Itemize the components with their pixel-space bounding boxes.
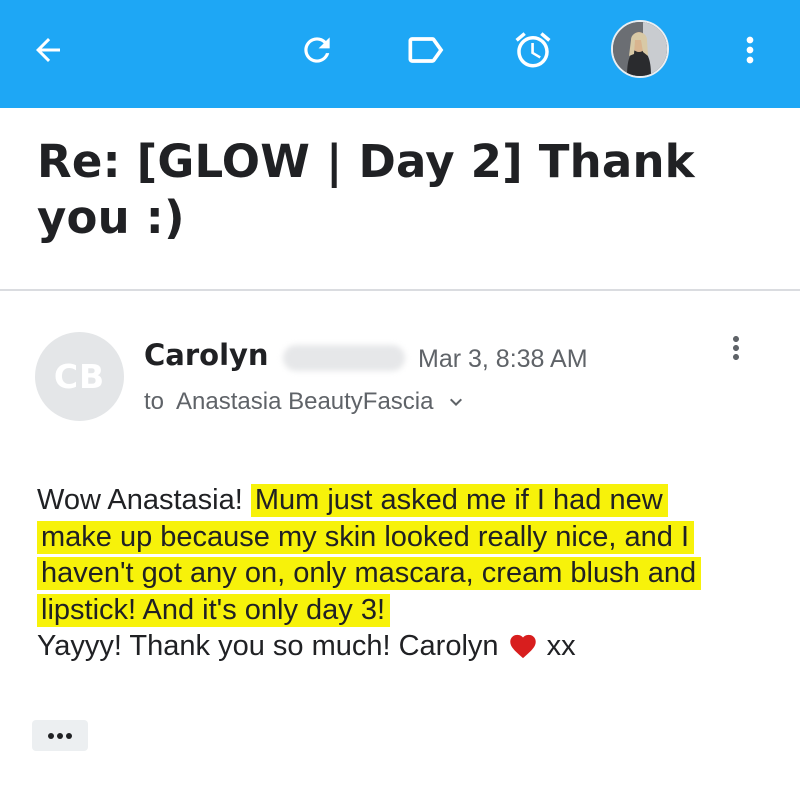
body-signoff: xx	[538, 630, 576, 662]
app-bar	[0, 0, 800, 108]
red-heart-icon	[509, 634, 536, 659]
arrow-back-icon	[36, 38, 60, 62]
message-more-button[interactable]	[716, 327, 756, 369]
alarm-clock-icon	[515, 32, 551, 68]
more-options-button[interactable]	[724, 24, 776, 76]
recipient-name: Anastasia BeautyFascia	[176, 388, 434, 415]
divider	[0, 289, 800, 291]
sender-initials: CB	[53, 357, 106, 396]
more-vert-icon	[746, 36, 754, 64]
refresh-icon	[304, 37, 330, 63]
more-vert-icon	[733, 336, 739, 360]
body-greeting: Wow Anastasia!	[37, 484, 251, 516]
body-closing: Yayyy! Thank you so much! Carolyn	[37, 630, 499, 662]
email-subject: Re: [GLOW | Day 2] Thank you :)	[37, 135, 695, 244]
snooze-button[interactable]	[507, 24, 559, 76]
recipient-details-toggle[interactable]: to Anastasia BeautyFascia	[144, 388, 468, 416]
message-body: Wow Anastasia! Mum just asked me if I ha…	[37, 482, 737, 665]
sender-avatar[interactable]: CB	[35, 332, 124, 421]
refresh-button[interactable]	[291, 24, 343, 76]
message-date: Mar 3, 8:38 AM	[418, 345, 588, 373]
back-button[interactable]	[22, 24, 74, 76]
show-trimmed-content-button[interactable]	[32, 720, 88, 751]
label-icon	[408, 37, 444, 63]
more-horiz-icon	[48, 732, 72, 739]
label-button[interactable]	[399, 24, 451, 76]
account-avatar[interactable]	[611, 20, 669, 78]
chevron-down-icon	[449, 398, 462, 406]
profile-photo-icon	[613, 22, 667, 76]
sender-name: Carolyn	[144, 338, 269, 372]
redacted-surname	[283, 345, 405, 371]
to-label: to	[144, 388, 165, 415]
